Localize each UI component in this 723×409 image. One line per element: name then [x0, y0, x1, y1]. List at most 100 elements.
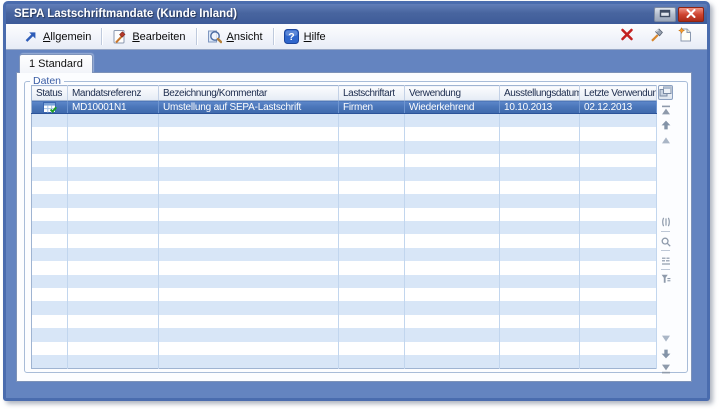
table-empty-row	[32, 208, 657, 221]
cell	[32, 234, 68, 247]
search-button[interactable]	[660, 238, 671, 248]
cell	[32, 355, 68, 368]
row-up-button[interactable]	[660, 136, 671, 146]
cell	[580, 221, 657, 234]
table-body: MD10001N1Umstellung auf SEPA-Lastschrift…	[32, 101, 657, 369]
cell	[339, 114, 405, 127]
table-empty-row	[32, 261, 657, 274]
fit-column-width-button[interactable]	[660, 218, 671, 228]
scroll-top-button[interactable]	[660, 106, 671, 116]
cell	[32, 167, 68, 180]
close-icon	[686, 5, 696, 23]
cell	[339, 127, 405, 140]
cell	[405, 248, 500, 261]
page-up-button[interactable]	[660, 121, 671, 131]
column-chooser-button[interactable]	[658, 85, 673, 100]
restore-button[interactable]	[654, 7, 676, 22]
cell	[580, 355, 657, 368]
cell	[339, 221, 405, 234]
aggregate-button[interactable]	[660, 257, 671, 267]
cell	[339, 167, 405, 180]
cell	[68, 194, 159, 207]
cell	[32, 154, 68, 167]
table-row[interactable]: MD10001N1Umstellung auf SEPA-Lastschrift…	[32, 101, 657, 114]
column-header[interactable]: Mandatsreferenz	[68, 86, 159, 101]
edit-button[interactable]	[648, 29, 664, 45]
cell	[339, 154, 405, 167]
cell: 02.12.2013	[580, 101, 657, 114]
cell	[68, 248, 159, 261]
cell	[32, 181, 68, 194]
cell	[580, 194, 657, 207]
cell: Firmen	[339, 101, 405, 114]
cell	[32, 141, 68, 154]
menu-label-allgemein: Allgemein	[43, 31, 91, 43]
cell	[405, 288, 500, 301]
menu-hilfe[interactable]: ?Hilfe	[275, 26, 335, 48]
cell	[159, 167, 339, 180]
scroll-bottom-button[interactable]	[660, 365, 671, 375]
cell	[159, 194, 339, 207]
cell	[68, 114, 159, 127]
cell	[405, 221, 500, 234]
cell	[405, 328, 500, 341]
toolbar-actions	[619, 29, 697, 45]
cell	[68, 261, 159, 274]
cell	[68, 328, 159, 341]
standard-panel: Daten StatusMandatsreferenzBezeichnung/K…	[16, 72, 692, 382]
tab-standard[interactable]: 1 Standard	[19, 54, 93, 73]
cell: Wiederkehrend	[405, 101, 500, 114]
cell	[500, 181, 580, 194]
cell	[405, 194, 500, 207]
svg-text:?: ?	[288, 31, 294, 43]
column-header[interactable]: Ausstellungsdatum	[500, 86, 580, 101]
menu-allgemein[interactable]: Allgemein	[14, 26, 100, 48]
cell	[339, 208, 405, 221]
mandate-table: StatusMandatsreferenzBezeichnung/Komment…	[31, 85, 657, 369]
table-empty-row	[32, 167, 657, 180]
cell	[32, 127, 68, 140]
cell	[580, 234, 657, 247]
close-button[interactable]	[678, 7, 704, 22]
cell	[405, 275, 500, 288]
page-down-button[interactable]	[660, 350, 671, 360]
menu-ansicht[interactable]: Ansicht	[198, 26, 272, 48]
column-header[interactable]: Bezeichnung/Kommentar	[159, 86, 339, 101]
filter-button[interactable]	[660, 275, 671, 285]
cell	[68, 181, 159, 194]
cell	[580, 248, 657, 261]
cell	[159, 248, 339, 261]
column-header[interactable]: Status	[32, 86, 68, 101]
cell	[159, 181, 339, 194]
cell	[580, 275, 657, 288]
menu-bearbeiten[interactable]: Bearbeiten	[103, 26, 194, 48]
column-header[interactable]: Verwendung	[405, 86, 500, 101]
table-empty-row	[32, 315, 657, 328]
cell	[580, 154, 657, 167]
cell	[405, 141, 500, 154]
delete-button[interactable]	[619, 29, 635, 45]
cell	[405, 181, 500, 194]
row-down-button[interactable]	[660, 335, 671, 345]
cell	[32, 275, 68, 288]
cell: Umstellung auf SEPA-Lastschrift	[159, 101, 339, 114]
column-header[interactable]: Lastschriftart	[339, 86, 405, 101]
cell	[32, 194, 68, 207]
titlebar[interactable]: SEPA Lastschriftmandate (Kunde Inland)	[6, 4, 707, 24]
cell	[405, 342, 500, 355]
cell	[159, 328, 339, 341]
cell	[68, 315, 159, 328]
table-empty-row	[32, 194, 657, 207]
mandate-status-icon	[43, 102, 57, 113]
cell	[500, 127, 580, 140]
cell	[500, 328, 580, 341]
cell	[159, 114, 339, 127]
cell	[159, 301, 339, 314]
cell	[500, 154, 580, 167]
new-button[interactable]	[677, 29, 693, 45]
toolbar-separator	[101, 28, 102, 45]
cell	[500, 208, 580, 221]
fit-column-width-icon	[661, 214, 671, 232]
column-header[interactable]: Letzte Verwendung	[580, 86, 657, 101]
column-chooser-icon	[659, 84, 672, 102]
